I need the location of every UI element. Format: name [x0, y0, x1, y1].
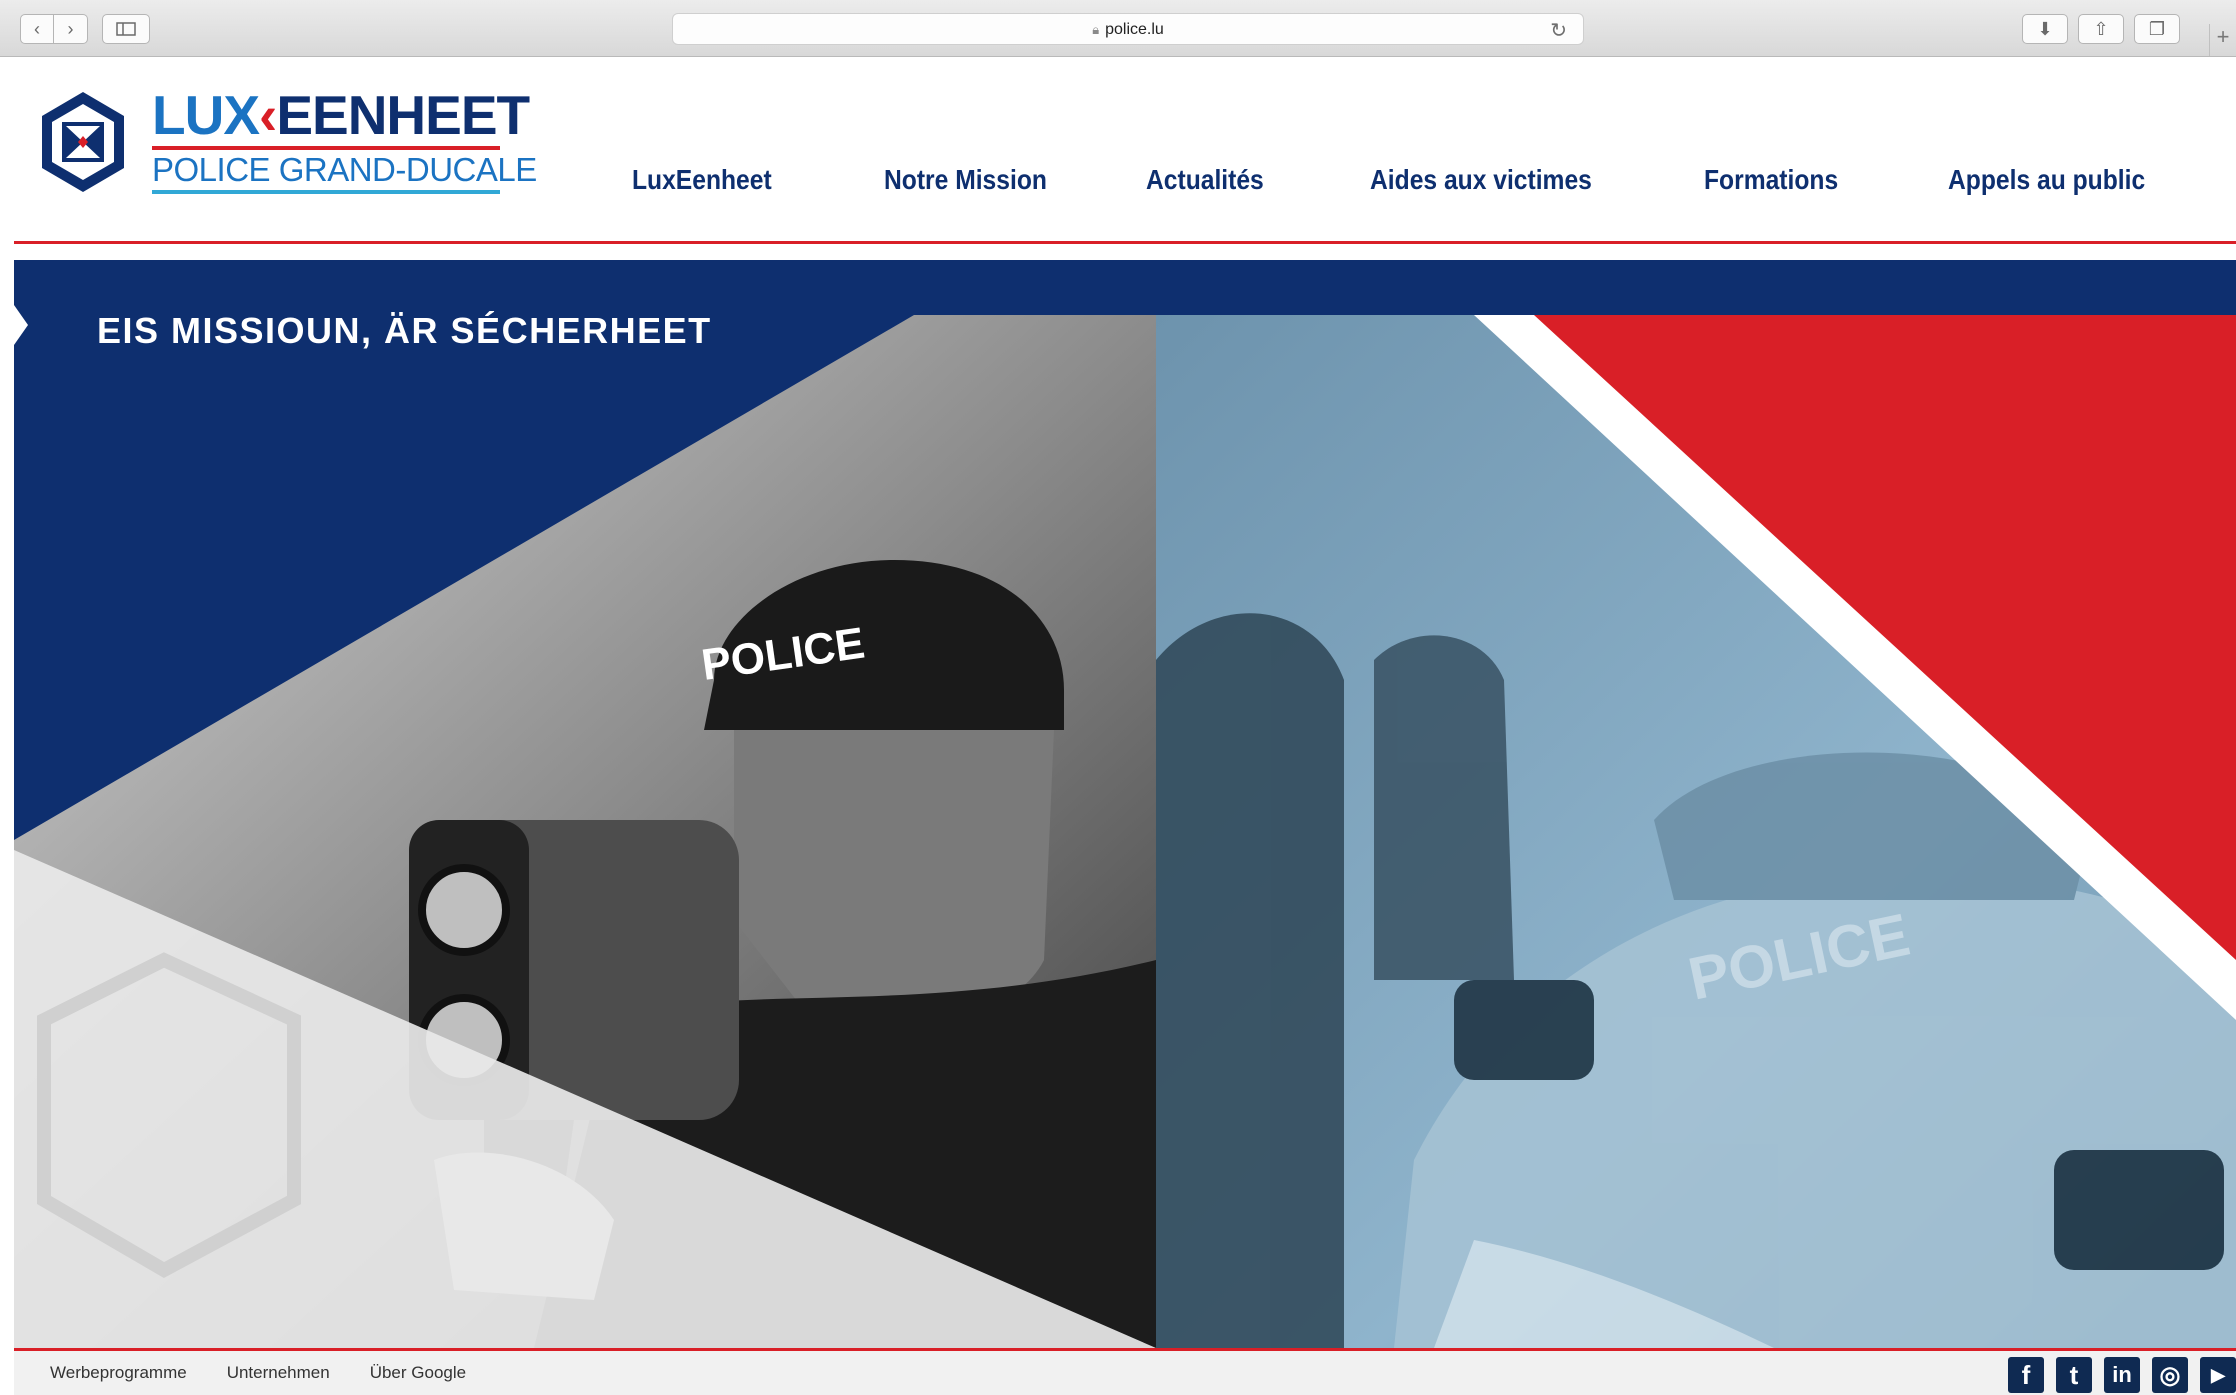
new-tab-button[interactable]: + [2209, 24, 2236, 56]
share-icon: ⇧ [2093, 18, 2109, 39]
browser-toolbar: ‹ › 🔒︎ police.lu ↻ ⬇ ⇧ ❐ + [0, 0, 2236, 57]
address-bar[interactable]: 🔒︎ police.lu ↻ [672, 13, 1584, 45]
reload-icon[interactable]: ↻ [1550, 18, 1567, 43]
plus-icon: + [2216, 24, 2230, 49]
nav-item-appels-au-public[interactable]: Appels au public [1948, 164, 2145, 196]
instagram-icon[interactable]: ◎ [2152, 1357, 2188, 1393]
chevron-right-icon: › [67, 18, 74, 39]
download-icon: ⬇ [2037, 18, 2053, 39]
lock-icon: 🔒︎ [1092, 22, 1100, 37]
forward-button[interactable]: › [54, 14, 88, 44]
nav-item-luxeenheet[interactable]: LuxEenheet [632, 164, 772, 196]
downloads-button[interactable]: ⬇ [2022, 14, 2068, 44]
share-button[interactable]: ⇧ [2078, 14, 2124, 44]
nav-item-formations[interactable]: Formations [1704, 164, 1838, 196]
nav-item-actualites[interactable]: Actualités [1146, 164, 1264, 196]
hero-banner[interactable]: POLICE POLICE EIS MISSIOUN, ÄR SÉCHERHEE… [14, 260, 2236, 1348]
nav-item-aides-aux-victimes[interactable]: Aides aux victimes [1370, 164, 1592, 196]
link-werbeprogramme[interactable]: Werbeprogramme [50, 1363, 187, 1383]
chevron-left-icon: ‹ [34, 18, 40, 39]
sidebar-icon [116, 22, 136, 36]
nav-item-notre-mission[interactable]: Notre Mission [884, 164, 1047, 196]
brand-name-lux: LUX [152, 84, 260, 146]
tumblr-icon[interactable]: t [2056, 1357, 2092, 1393]
tabs-overview-button[interactable]: ❐ [2134, 14, 2180, 44]
brand-chevron-mark: ‹ [259, 84, 277, 146]
history-buttons: ‹ › [20, 14, 88, 44]
link-unternehmen[interactable]: Unternehmen [227, 1363, 330, 1383]
youtube-icon[interactable]: ▶ [2200, 1357, 2236, 1393]
bottom-bar: Werbeprogramme Unternehmen Über Google f… [14, 1348, 2236, 1395]
site-header: LUX‹EENHEET POLICE GRAND-DUCALE LuxEenhe… [14, 56, 2236, 244]
back-button[interactable]: ‹ [20, 14, 54, 44]
brand-name: LUX‹EENHEET [152, 86, 537, 144]
url-text: police.lu [1105, 21, 1164, 38]
social-links: f t in ◎ ▶ [2008, 1357, 2236, 1393]
link-ueber-google[interactable]: Über Google [370, 1363, 466, 1383]
main-navigation: LuxEenheet Notre Mission Actualités Aide… [14, 164, 2236, 204]
hero-title: EIS MISSIOUN, ÄR SÉCHERHEET [97, 310, 712, 351]
brand-name-eenheet: EENHEET [276, 84, 530, 146]
linkedin-icon[interactable]: in [2104, 1357, 2140, 1393]
tabs-icon: ❐ [2148, 18, 2166, 39]
facebook-icon[interactable]: f [2008, 1357, 2044, 1393]
sidebar-toggle-button[interactable] [102, 14, 150, 44]
hero-graphic: POLICE POLICE [14, 260, 2236, 1348]
